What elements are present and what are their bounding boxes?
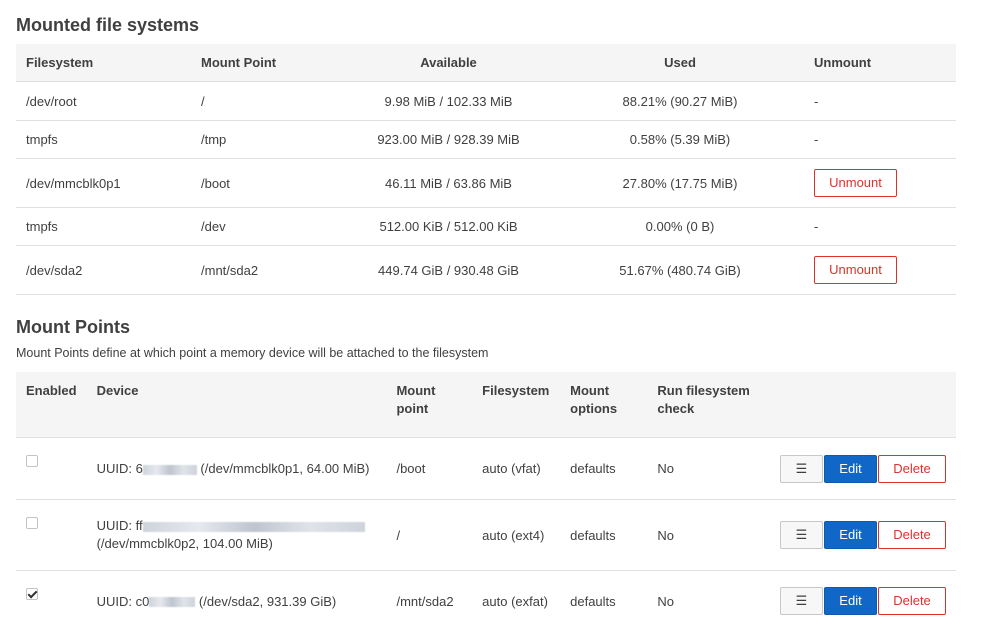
cell-filesystem: /dev/root (16, 82, 191, 121)
table-row: /dev/root / 9.98 MiB / 102.33 MiB 88.21%… (16, 82, 956, 121)
device-info: (/dev/sda2, 931.39 GiB) (195, 594, 336, 609)
edit-button[interactable]: Edit (824, 521, 877, 549)
cell-mount-options: defaults (560, 438, 647, 500)
col-actions (770, 372, 956, 438)
col-fsck: Run filesystem check (647, 372, 770, 438)
redacted-uuid (149, 597, 195, 607)
cell-used: 51.67% (480.74 GiB) (556, 246, 804, 295)
unmount-sda2-button[interactable]: Unmount (814, 256, 897, 284)
cell-mount-point: /mnt/sda2 (191, 246, 341, 295)
table-row: tmpfs /dev 512.00 KiB / 512.00 KiB 0.00%… (16, 208, 956, 246)
col-used: Used (556, 44, 804, 82)
cell-mount-point: /tmp (191, 121, 341, 159)
redacted-uuid (143, 522, 365, 532)
device-uuid-prefix: UUID: c0 (97, 594, 150, 609)
cell-filesystem: /dev/sda2 (16, 246, 191, 295)
cell-filesystem: auto (ext4) (472, 500, 560, 571)
col-available: Available (341, 44, 556, 82)
cell-unmount: - (804, 121, 956, 159)
drag-handle-button[interactable]: ☰ (780, 587, 823, 615)
col-mount-point: Mount point (386, 372, 472, 438)
table-row: /dev/sda2 /mnt/sda2 449.74 GiB / 930.48 … (16, 246, 956, 295)
unmount-boot-button[interactable]: Unmount (814, 169, 897, 197)
cell-fsck: No (647, 500, 770, 571)
cell-mount-point: /boot (191, 159, 341, 208)
cell-mount-options: defaults (560, 571, 647, 631)
delete-button[interactable]: Delete (878, 521, 946, 549)
col-mount-options: Mount options (560, 372, 647, 438)
cell-filesystem: auto (exfat) (472, 571, 560, 631)
cell-mount-point: / (386, 500, 472, 571)
device-info: (/dev/mmcblk0p1, 64.00 MiB) (197, 461, 370, 476)
cell-used: 0.00% (0 B) (556, 208, 804, 246)
drag-handle-button[interactable]: ☰ (780, 455, 823, 483)
cell-enabled (16, 500, 87, 571)
cell-enabled (16, 571, 87, 631)
table-header-row: Enabled Device Mount point Filesystem Mo… (16, 372, 956, 438)
cell-device: UUID: 6 (/dev/mmcblk0p1, 64.00 MiB) (87, 438, 387, 500)
cell-mount-point: /boot (386, 438, 472, 500)
enabled-checkbox[interactable] (26, 588, 38, 600)
edit-button[interactable]: Edit (824, 587, 877, 615)
col-device: Device (87, 372, 387, 438)
cell-used: 27.80% (17.75 MiB) (556, 159, 804, 208)
delete-button[interactable]: Delete (878, 455, 946, 483)
col-mount-point: Mount Point (191, 44, 341, 82)
cell-mount-point: /mnt/sda2 (386, 571, 472, 631)
device-info: (/dev/mmcblk0p2, 104.00 MiB) (97, 536, 273, 551)
device-uuid-prefix: UUID: ff (97, 518, 143, 533)
cell-available: 9.98 MiB / 102.33 MiB (341, 82, 556, 121)
cell-available: 449.74 GiB / 930.48 GiB (341, 246, 556, 295)
cell-filesystem: tmpfs (16, 208, 191, 246)
cell-available: 512.00 KiB / 512.00 KiB (341, 208, 556, 246)
cell-mount-point: / (191, 82, 341, 121)
cell-device: UUID: c0 (/dev/sda2, 931.39 GiB) (87, 571, 387, 631)
mounted-filesystems-title: Mounted file systems (16, 15, 199, 36)
mounted-filesystems-table: Filesystem Mount Point Available Used Un… (16, 44, 956, 295)
mount-points-table: Enabled Device Mount point Filesystem Mo… (16, 372, 956, 631)
table-row: /dev/mmcblk0p1 /boot 46.11 MiB / 63.86 M… (16, 159, 956, 208)
cell-device: UUID: ff (/dev/mmcblk0p2, 104.00 MiB) (87, 500, 387, 571)
cell-mount-options: defaults (560, 500, 647, 571)
enabled-checkbox[interactable] (26, 455, 38, 467)
cell-actions: ☰EditDelete (770, 500, 956, 571)
cell-actions: ☰EditDelete (770, 438, 956, 500)
cell-fsck: No (647, 571, 770, 631)
table-header-row: Filesystem Mount Point Available Used Un… (16, 44, 956, 82)
mount-points-title: Mount Points (16, 317, 130, 338)
col-filesystem: Filesystem (472, 372, 560, 438)
edit-button[interactable]: Edit (824, 455, 877, 483)
cell-filesystem: /dev/mmcblk0p1 (16, 159, 191, 208)
mount-points-description: Mount Points define at which point a mem… (16, 346, 488, 360)
cell-available: 46.11 MiB / 63.86 MiB (341, 159, 556, 208)
table-row: UUID: c0 (/dev/sda2, 931.39 GiB) /mnt/sd… (16, 571, 956, 631)
col-unmount: Unmount (804, 44, 956, 82)
table-row: tmpfs /tmp 923.00 MiB / 928.39 MiB 0.58%… (16, 121, 956, 159)
drag-handle-button[interactable]: ☰ (780, 521, 823, 549)
cell-available: 923.00 MiB / 928.39 MiB (341, 121, 556, 159)
delete-button[interactable]: Delete (878, 587, 946, 615)
cell-used: 88.21% (90.27 MiB) (556, 82, 804, 121)
redacted-uuid (143, 465, 197, 475)
col-enabled: Enabled (16, 372, 87, 438)
cell-filesystem: auto (vfat) (472, 438, 560, 500)
table-row: UUID: ff (/dev/mmcblk0p2, 104.00 MiB) / … (16, 500, 956, 571)
cell-unmount: Unmount (804, 159, 956, 208)
cell-actions: ☰EditDelete (770, 571, 956, 631)
cell-mount-point: /dev (191, 208, 341, 246)
cell-unmount: - (804, 82, 956, 121)
cell-unmount: - (804, 208, 956, 246)
table-row: UUID: 6 (/dev/mmcblk0p1, 64.00 MiB) /boo… (16, 438, 956, 500)
col-filesystem: Filesystem (16, 44, 191, 82)
cell-used: 0.58% (5.39 MiB) (556, 121, 804, 159)
cell-fsck: No (647, 438, 770, 500)
cell-enabled (16, 438, 87, 500)
enabled-checkbox[interactable] (26, 517, 38, 529)
cell-unmount: Unmount (804, 246, 956, 295)
device-uuid-prefix: UUID: 6 (97, 461, 143, 476)
cell-filesystem: tmpfs (16, 121, 191, 159)
